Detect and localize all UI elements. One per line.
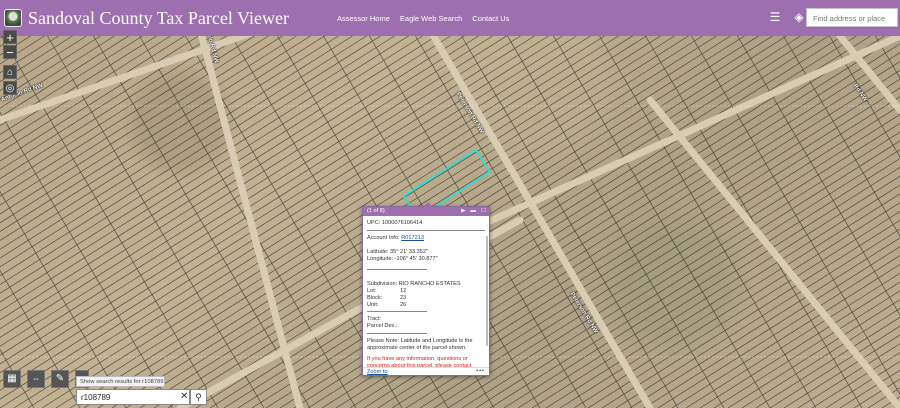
parcel-boundary [517, 166, 900, 408]
parcel-boundary [641, 29, 863, 408]
parcel-boundary [0, 29, 139, 118]
popup-footer: Zoom to ••• [363, 367, 489, 375]
parcel-boundary [549, 29, 771, 408]
search-icon[interactable]: ⚲ [190, 389, 207, 405]
latitude-text: Latitude: 35° 21' 33.352" [367, 249, 428, 255]
popup-content: UPC: 1000076106414 Account Info: R017213… [363, 216, 489, 368]
parcel-boundary [699, 281, 900, 408]
parcel-boundary [657, 255, 900, 408]
parcel-boundary [559, 193, 900, 408]
more-actions-icon[interactable]: ••• [476, 368, 485, 374]
parcel-desc-text: Parcel Des.: [367, 323, 398, 330]
parcel-boundary [0, 29, 307, 224]
locate-icon[interactable]: ◎ [3, 81, 17, 95]
road-east [646, 96, 900, 408]
parcel-boundary [43, 29, 265, 408]
minimize-icon[interactable]: ▬ [470, 208, 476, 214]
account-info: Account Info: R017213 [367, 235, 424, 241]
divider [367, 333, 427, 335]
header-tools: ☰ ◈ [768, 10, 806, 24]
maximize-icon[interactable]: ☐ [481, 208, 486, 214]
popup-scrollbar[interactable] [486, 236, 488, 346]
clear-search-icon[interactable]: ✕ [180, 391, 188, 402]
parcel-boundary [0, 29, 167, 135]
parcel-boundary [895, 405, 900, 408]
zoom-out-button[interactable]: − [3, 45, 17, 59]
parcel-boundary [713, 290, 900, 408]
tract-text: Tract: [367, 316, 382, 323]
legend-list-icon[interactable]: ☰ [768, 10, 782, 24]
nav-contact-us[interactable]: Contact Us [472, 14, 509, 23]
parcel-boundary [0, 29, 419, 294]
location-note: Please Note: Latitude and Longitude is t… [367, 338, 473, 352]
parcel-popup: (1 of 8) ▶ ▬ ☐ UPC: 1000076106414 Accoun… [362, 202, 490, 376]
account-link[interactable]: R017213 [401, 235, 424, 241]
popup-counter: (1 of 8) [367, 208, 385, 214]
parcel-search-input[interactable]: r108789 [76, 389, 190, 405]
zoom-to-link[interactable]: Zoom to [367, 369, 388, 375]
address-search-input[interactable]: Find address or place [806, 8, 898, 27]
draw-pencil-icon[interactable]: ✎ [51, 370, 69, 388]
measure-icon[interactable]: ⇔ [27, 370, 45, 388]
popup-header: (1 of 8) ▶ ▬ ☐ [363, 207, 489, 216]
parcel-boundary [871, 29, 900, 79]
parcel-boundary [643, 246, 900, 408]
divider [367, 311, 427, 313]
parcel-boundary [0, 29, 363, 259]
nav-assessor-home[interactable]: Assessor Home [337, 14, 390, 23]
nav-eagle-web-search[interactable]: Eagle Web Search [400, 14, 462, 23]
home-icon[interactable]: ⌂ [3, 65, 17, 79]
parcel-boundary [825, 360, 900, 408]
unit-row: Unit: 26 [367, 301, 407, 308]
header-nav: Assessor Home Eagle Web Search Contact U… [337, 14, 509, 23]
parcel-boundary [0, 190, 127, 408]
subdivision-text: Subdivision: RIO RANCHO ESTATES [367, 281, 461, 287]
parcel-boundary [0, 29, 391, 277]
next-feature-icon[interactable]: ▶ [461, 208, 465, 214]
parcel-boundary [135, 29, 357, 408]
block-row: Block: 23 [367, 294, 407, 301]
parcel-boundary [531, 175, 900, 408]
app-header: Sandoval County Tax Parcel Viewer Assess… [0, 0, 900, 36]
parcel-boundary [839, 369, 900, 408]
app-title: Sandoval County Tax Parcel Viewer [28, 7, 289, 28]
county-seal-logo [4, 9, 22, 27]
parcel-boundary [433, 114, 900, 408]
divider [367, 230, 485, 231]
divider [367, 269, 427, 270]
longitude-text: Longitude: -106° 45' 30.877" [367, 256, 438, 262]
search-results-hint[interactable]: Show search results for r108789 [76, 376, 165, 387]
lot-row: Lot: 12 [367, 288, 407, 294]
zoom-in-button[interactable]: + [3, 30, 17, 44]
parcel-boundary [741, 308, 900, 408]
parcel-boundary [503, 158, 900, 408]
upc-text: UPC: 1000076106414 [367, 220, 423, 226]
basemap-gallery-icon[interactable]: ▦ [3, 370, 21, 388]
layers-icon[interactable]: ◈ [792, 10, 806, 24]
parcel-boundary [461, 131, 900, 408]
parcel-boundary [825, 29, 900, 158]
